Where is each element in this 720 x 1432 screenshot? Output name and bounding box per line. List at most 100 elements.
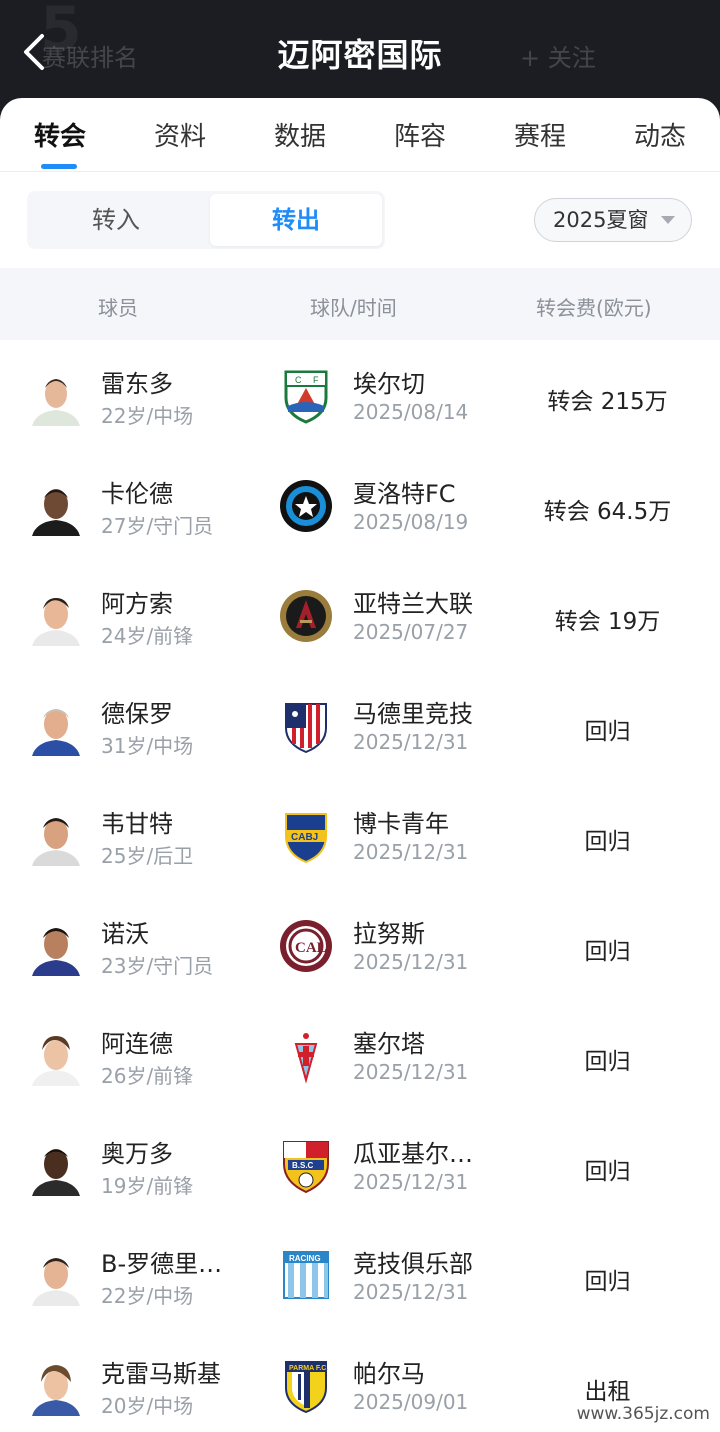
charlotte-crest-icon (278, 478, 334, 534)
tab-stats[interactable]: 数据 (240, 116, 360, 153)
table-row[interactable]: 韦甘特 25岁/后卫 CABJ 博卡青年 2025/12/31 回归 (0, 782, 720, 892)
transfer-window-value: 2025夏窗 (553, 208, 649, 232)
transfer-date: 2025/12/31 (353, 1060, 469, 1084)
svg-text:PARMA F.C.: PARMA F.C. (289, 1365, 328, 1372)
team-name: 埃尔切 (353, 370, 425, 398)
transfer-direction-toggle: 转入 转出 (27, 191, 385, 249)
tab-squad[interactable]: 阵容 (360, 116, 480, 153)
transfer-in-button[interactable]: 转入 (30, 194, 202, 246)
transfer-fee: 转会 19万 (554, 609, 661, 635)
transfer-fee: 回归 (584, 719, 631, 745)
svg-text:RACING: RACING (289, 1254, 321, 1263)
transfer-fee: 转会 215万 (547, 389, 668, 415)
elche-crest-icon: CF (278, 368, 334, 424)
transfer-date: 2025/09/01 (353, 1390, 469, 1414)
table-row[interactable]: B-罗德里… 22岁/中场 RACING 竞技俱乐部 2025/12/31 回归 (0, 1222, 720, 1332)
team-name: 亚特兰大联 (353, 590, 473, 618)
player-age-position: 22岁/中场 (101, 1284, 194, 1308)
transfer-fee: 回归 (584, 1269, 631, 1295)
column-fee: 转会费(欧元) (536, 296, 652, 320)
player-age-position: 19岁/前锋 (101, 1174, 194, 1198)
player-age-position: 22岁/中场 (101, 404, 194, 428)
table-header: 球员 球队/时间 转会费(欧元) (0, 268, 720, 340)
team-name: 帕尔马 (353, 1360, 425, 1388)
player-avatar (28, 808, 84, 866)
svg-text:CABJ: CABJ (291, 832, 318, 843)
column-team-time: 球队/时间 (310, 296, 397, 320)
svg-text:C: C (295, 375, 302, 385)
player-avatar (28, 1358, 84, 1416)
tab-news[interactable]: 动态 (600, 116, 720, 153)
team-name: 塞尔塔 (353, 1030, 425, 1058)
transfer-fee: 回归 (584, 939, 631, 965)
team-name: 夏洛特FC (353, 480, 456, 508)
watermark: www.365jz.com (572, 1402, 714, 1426)
player-avatar (28, 698, 84, 756)
player-name: 雷东多 (101, 370, 173, 398)
transfer-date: 2025/12/31 (353, 1280, 469, 1304)
transfer-date: 2025/08/14 (353, 400, 469, 424)
transfer-fee: 出租 (584, 1379, 631, 1405)
transfer-fee: 回归 (584, 1049, 631, 1075)
content-sheet: 转会 资料 数据 阵容 赛程 动态 转入 转出 2025夏窗 球员 球队/时间 … (0, 98, 720, 1432)
player-age-position: 26岁/前锋 (101, 1064, 194, 1088)
transfer-fee: 转会 64.5万 (543, 499, 672, 525)
player-avatar (28, 588, 84, 646)
team-name: 瓜亚基尔… (353, 1140, 473, 1168)
racing-crest-icon: RACING (278, 1248, 334, 1304)
player-name: 韦甘特 (101, 810, 173, 838)
table-row[interactable]: 卡伦德 27岁/守门员 夏洛特FC 2025/08/19 转会 64.5万 (0, 452, 720, 562)
team-name: 拉努斯 (353, 920, 425, 948)
player-name: 卡伦德 (101, 480, 173, 508)
table-row[interactable]: 诺沃 23岁/守门员 CAL 拉努斯 2025/12/31 回归 (0, 892, 720, 1002)
svg-text:B.S.C: B.S.C (292, 1161, 314, 1170)
transfer-window-select[interactable]: 2025夏窗 (534, 198, 692, 242)
lanus-crest-icon: CAL (278, 918, 334, 974)
transfer-out-button[interactable]: 转出 (210, 194, 382, 246)
transfer-date: 2025/12/31 (353, 1170, 469, 1194)
player-avatar (28, 1138, 84, 1196)
atletico-crest-icon (278, 698, 334, 754)
player-age-position: 27岁/守门员 (101, 514, 214, 538)
player-age-position: 20岁/中场 (101, 1394, 194, 1418)
player-avatar (28, 368, 84, 426)
player-avatar (28, 918, 84, 976)
column-player: 球员 (98, 296, 138, 320)
player-avatar (28, 1028, 84, 1086)
player-age-position: 31岁/中场 (101, 734, 194, 758)
atlanta-crest-icon (278, 588, 334, 644)
transfer-date: 2025/12/31 (353, 730, 469, 754)
transfer-fee: 回归 (584, 829, 631, 855)
barcelona-sc-crest-icon: B.S.C (278, 1138, 334, 1194)
tab-transfers[interactable]: 转会 (0, 116, 120, 153)
table-row[interactable]: 阿方索 24岁/前锋 亚特兰大联 2025/07/27 转会 19万 (0, 562, 720, 672)
transfer-fee: 回归 (584, 1159, 631, 1185)
table-row[interactable]: 奥万多 19岁/前锋 B.S.C 瓜亚基尔… 2025/12/31 回归 (0, 1112, 720, 1222)
table-row[interactable]: 德保罗 31岁/中场 马德里竞技 2025/12/31 回归 (0, 672, 720, 782)
player-age-position: 24岁/前锋 (101, 624, 194, 648)
team-name: 竞技俱乐部 (353, 1250, 473, 1278)
player-name: B-罗德里… (101, 1250, 223, 1278)
table-row[interactable]: 雷东多 22岁/中场 CF 埃尔切 2025/08/14 转会 215万 (0, 342, 720, 452)
player-name: 诺沃 (101, 920, 149, 948)
boca-crest-icon: CABJ (278, 808, 334, 864)
transfer-date: 2025/12/31 (353, 840, 469, 864)
table-row[interactable]: 阿连德 26岁/前锋 塞尔塔 2025/12/31 回归 (0, 1002, 720, 1112)
player-name: 阿连德 (101, 1030, 173, 1058)
tab-schedule[interactable]: 赛程 (480, 116, 600, 153)
caret-down-icon (661, 216, 675, 224)
team-name: 博卡青年 (353, 810, 449, 838)
page-title: 迈阿密国际 (277, 36, 443, 74)
team-name: 马德里竞技 (353, 700, 473, 728)
player-name: 德保罗 (101, 700, 173, 728)
svg-text:F: F (313, 375, 319, 385)
transfer-date: 2025/12/31 (353, 950, 469, 974)
tab-bar: 转会 资料 数据 阵容 赛程 动态 (0, 98, 720, 172)
player-avatar (28, 478, 84, 536)
player-name: 奥万多 (101, 1140, 173, 1168)
transfer-date: 2025/08/19 (353, 510, 469, 534)
tab-profile[interactable]: 资料 (120, 116, 240, 153)
player-name: 阿方索 (101, 590, 173, 618)
parma-crest-icon: PARMA F.C. (278, 1358, 334, 1414)
celta-crest-icon (278, 1028, 334, 1084)
